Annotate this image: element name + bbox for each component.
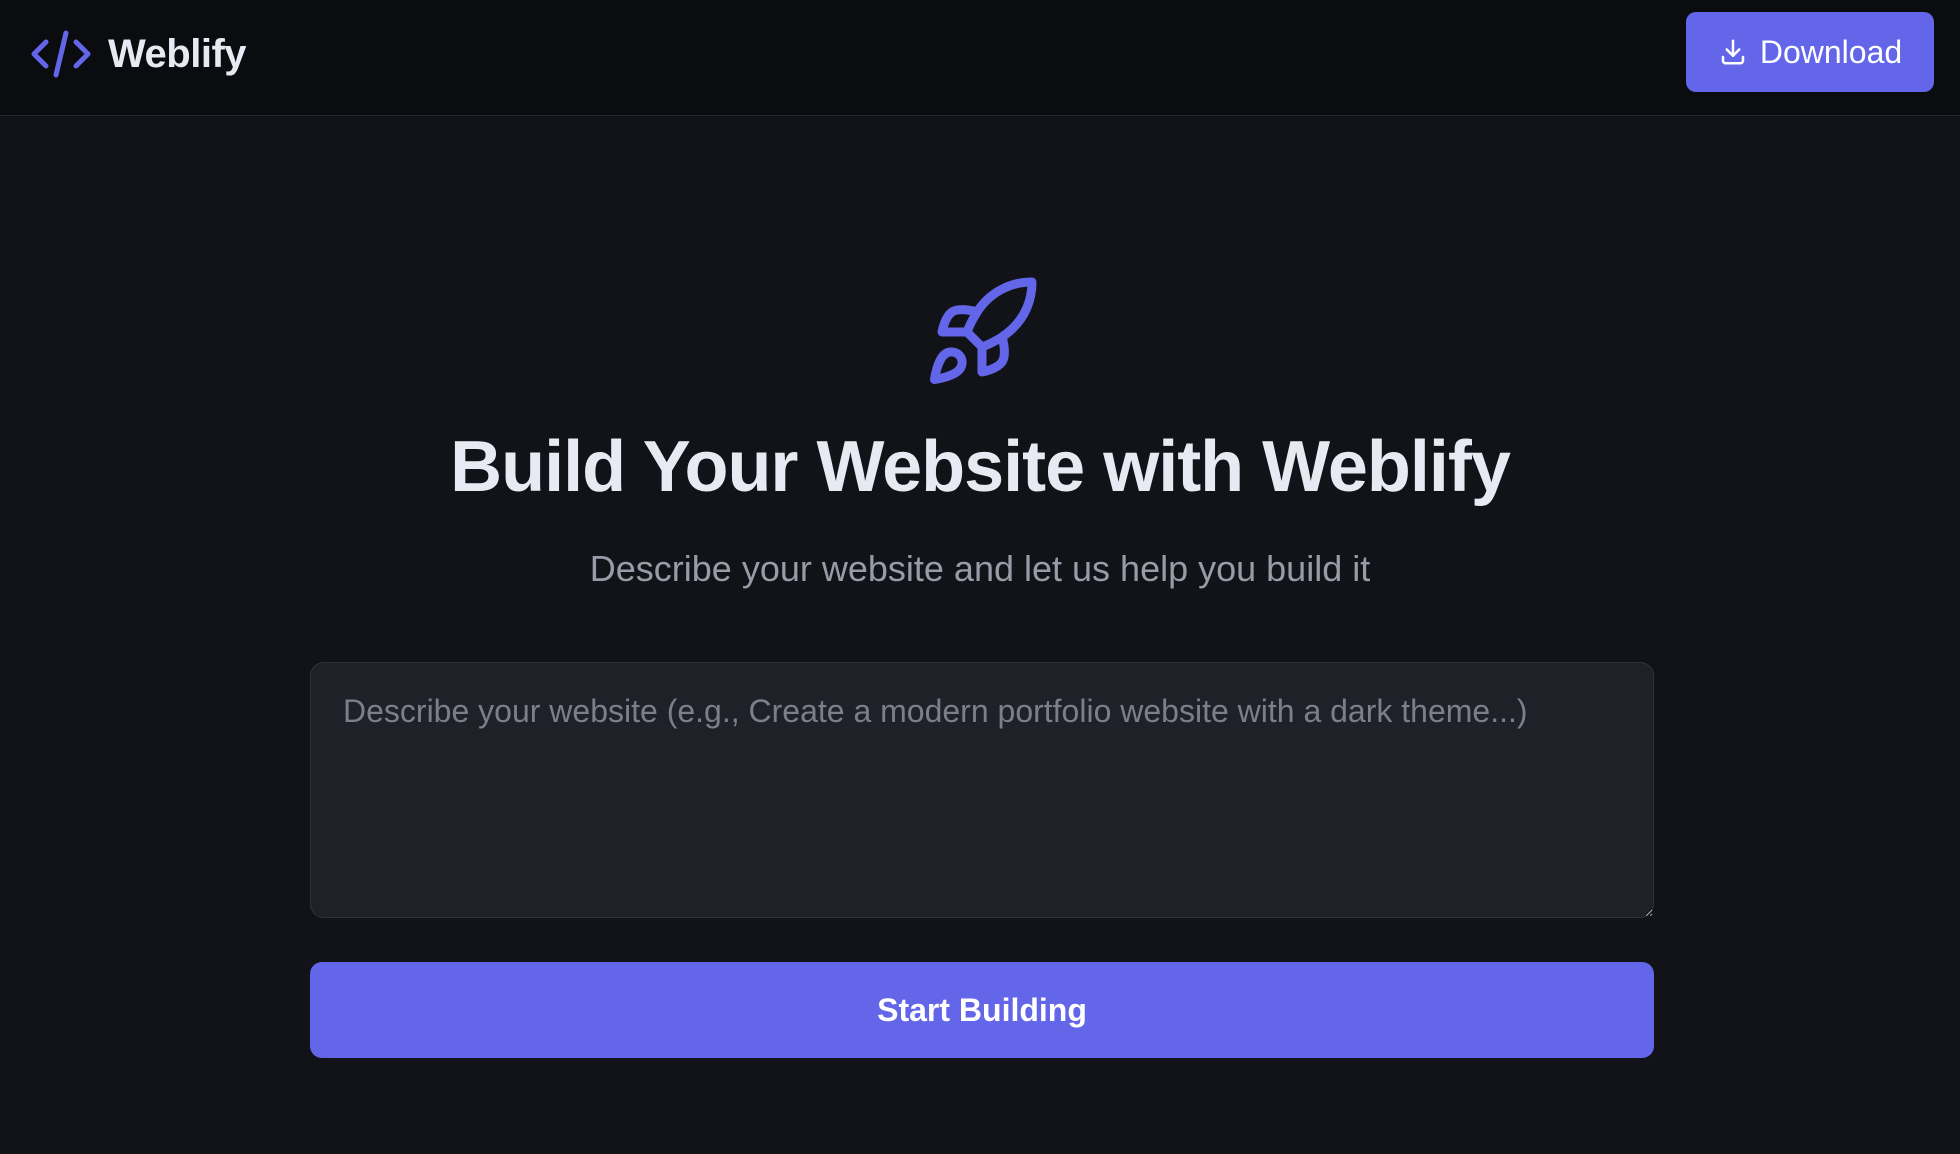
page-subtitle: Describe your website and let us help yo… (589, 548, 1371, 589)
download-button[interactable]: Download (1686, 12, 1934, 92)
top-bar: Weblify Download (0, 0, 1960, 116)
code-icon (30, 29, 92, 79)
page-title: Build Your Website with Weblify (450, 427, 1511, 507)
download-label: Download (1759, 33, 1903, 70)
website-description-input[interactable] (310, 662, 1654, 918)
rocket-icon (922, 272, 1042, 392)
brand-name: Weblify (108, 31, 247, 76)
start-building-button[interactable]: Start Building (310, 962, 1654, 1058)
download-icon (1718, 37, 1748, 67)
brand[interactable]: Weblify (30, 26, 247, 82)
